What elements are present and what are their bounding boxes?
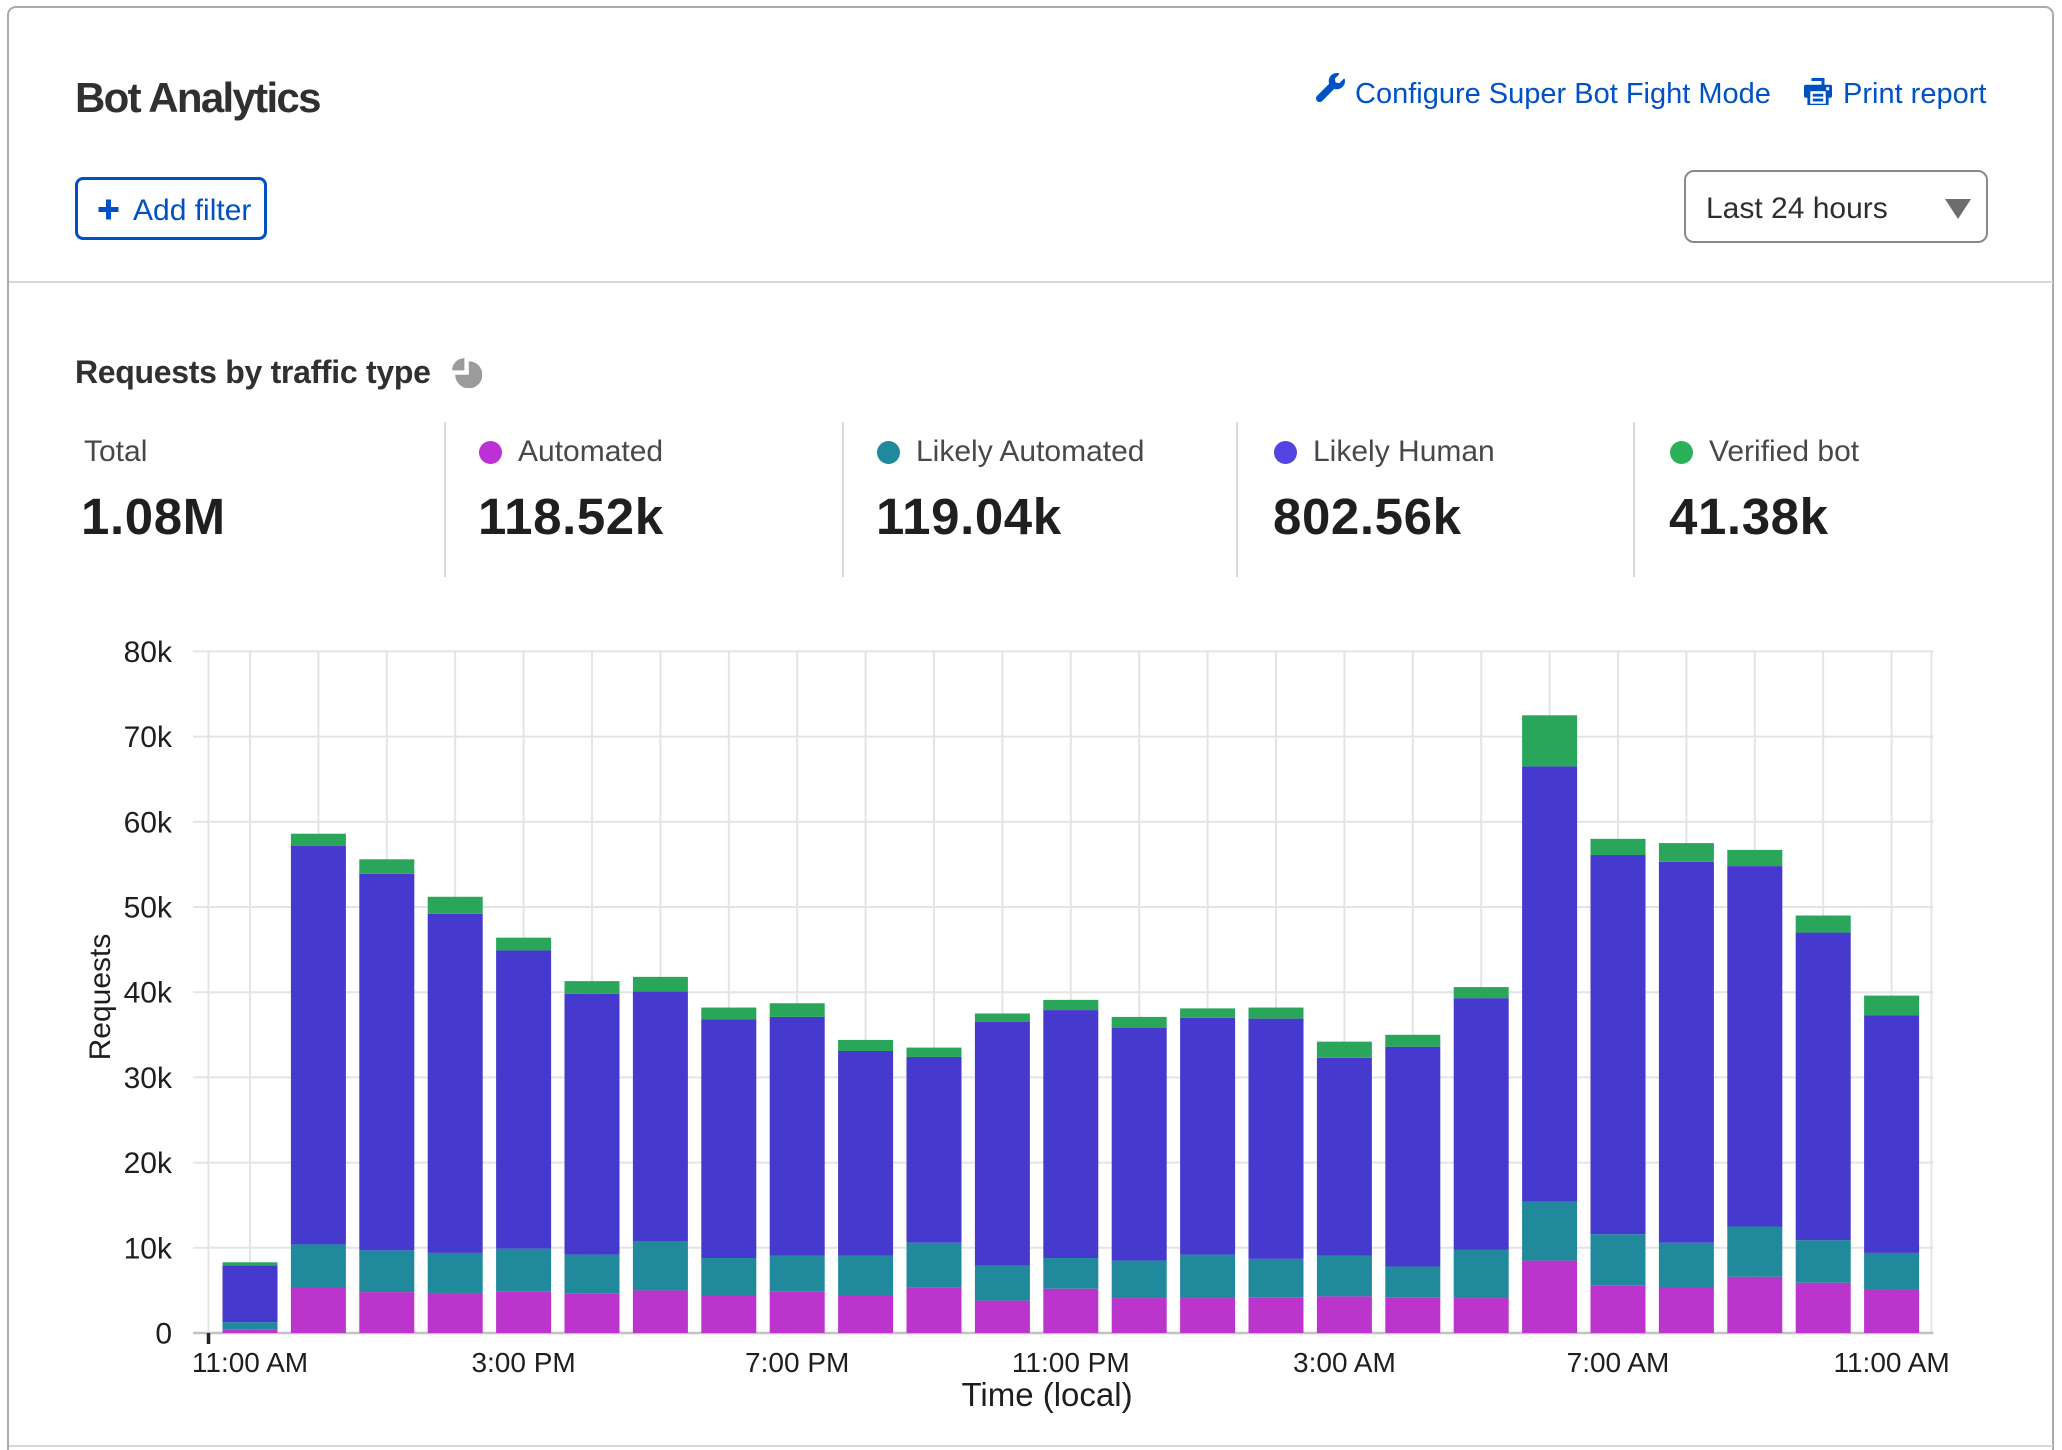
svg-text:11:00 AM: 11:00 AM bbox=[192, 1347, 308, 1378]
svg-text:60k: 60k bbox=[124, 806, 173, 839]
svg-text:3:00 AM: 3:00 AM bbox=[1293, 1347, 1396, 1378]
svg-text:7:00 PM: 7:00 PM bbox=[745, 1347, 849, 1378]
svg-text:80k: 80k bbox=[124, 636, 173, 669]
svg-text:3:00 PM: 3:00 PM bbox=[471, 1347, 575, 1378]
svg-text:50k: 50k bbox=[124, 892, 173, 925]
svg-text:40k: 40k bbox=[124, 977, 173, 1010]
svg-text:11:00 PM: 11:00 PM bbox=[1012, 1347, 1130, 1378]
svg-text:20k: 20k bbox=[124, 1147, 173, 1180]
svg-text:70k: 70k bbox=[124, 721, 173, 754]
svg-text:11:00 AM: 11:00 AM bbox=[1833, 1347, 1949, 1378]
svg-text:0: 0 bbox=[155, 1318, 172, 1351]
svg-text:10k: 10k bbox=[124, 1232, 173, 1265]
svg-text:30k: 30k bbox=[124, 1062, 173, 1095]
svg-text:Requests: Requests bbox=[84, 934, 117, 1061]
svg-text:Time (local): Time (local) bbox=[961, 1376, 1132, 1413]
svg-text:7:00 AM: 7:00 AM bbox=[1567, 1347, 1670, 1378]
